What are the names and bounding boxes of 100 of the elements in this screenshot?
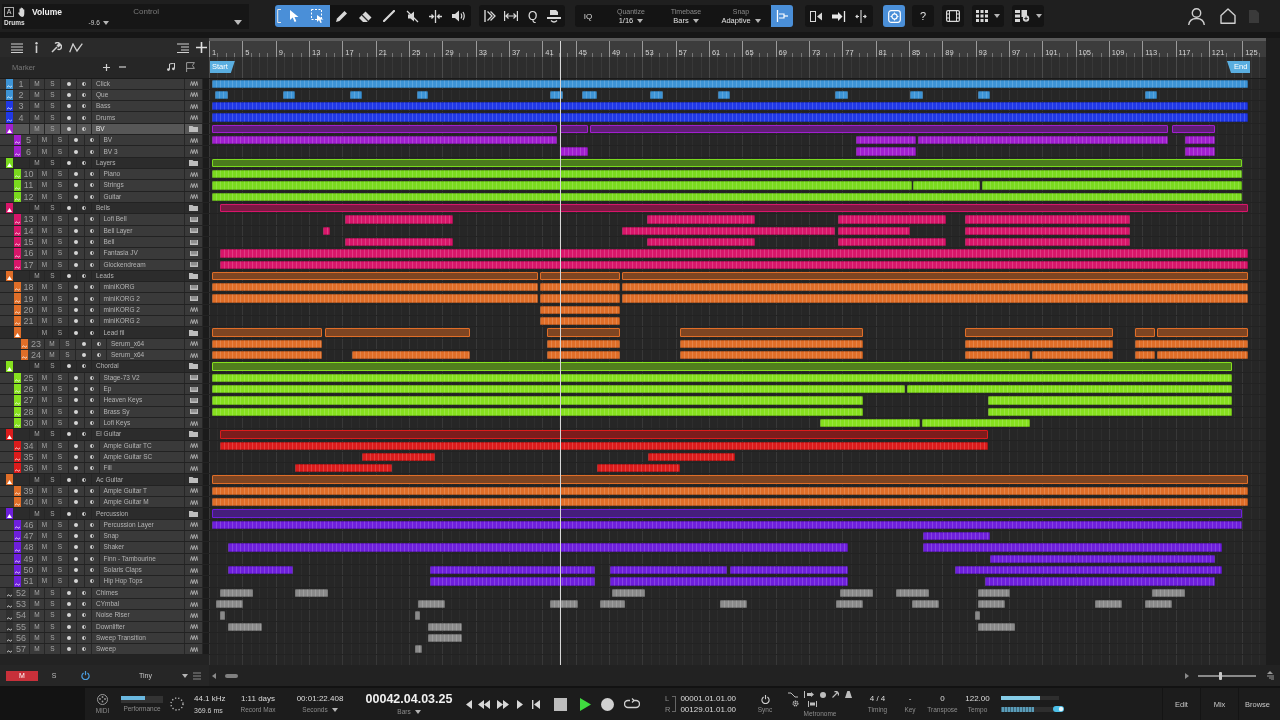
clip[interactable] [835,90,848,100]
record-icon[interactable] [600,697,614,711]
collapse-triangle-icon[interactable] [7,434,12,439]
clip[interactable] [965,226,1130,235]
clip[interactable] [428,633,462,643]
record-arm-icon[interactable] [74,443,78,448]
record-arm-icon[interactable] [74,172,78,177]
monitor-icon[interactable] [82,104,86,109]
clip[interactable] [923,543,1222,552]
left-arrow-icon[interactable] [212,672,216,679]
record-arm-icon[interactable] [81,353,86,358]
grid-button[interactable] [972,5,1004,27]
monitor-icon[interactable] [89,172,94,177]
clip[interactable] [352,351,470,360]
monitor-icon[interactable] [97,353,101,358]
monitor-icon[interactable] [82,115,86,120]
folder-clip[interactable] [622,271,1248,281]
record-arm-icon[interactable] [74,240,78,245]
clip[interactable] [982,181,1242,190]
clip[interactable] [228,622,262,631]
clip[interactable] [212,520,1242,529]
record-arm-icon[interactable] [74,228,78,233]
clip[interactable] [965,351,1030,360]
record-arm-icon[interactable] [66,273,71,278]
zoom-slider-thumb[interactable] [1218,671,1222,680]
clip[interactable] [610,577,848,586]
right-arrow-icon[interactable] [1185,672,1189,679]
record-arm-icon[interactable] [66,602,71,607]
record-arm-icon[interactable] [66,511,71,516]
track-height-icon[interactable] [1267,671,1274,680]
monitor-icon[interactable] [89,149,94,154]
clip[interactable] [985,577,1215,586]
monitor-icon[interactable] [97,341,101,346]
monitor-icon[interactable] [82,647,86,652]
loop-start[interactable]: 00001.01.01.00 [680,693,737,704]
clip[interactable] [990,554,1215,563]
midi-port-icon[interactable] [97,693,108,705]
flag-icon[interactable] [186,62,195,73]
record-arm-icon[interactable] [74,307,78,312]
loop-end[interactable]: 00129.01.01.00 [680,704,737,715]
clip[interactable] [978,588,1010,597]
record-arm-icon[interactable] [81,341,86,346]
bracket-tool[interactable] [275,5,283,27]
monitor-icon[interactable] [89,387,94,392]
bar-pin-icon[interactable] [807,700,817,707]
scroll-thumb[interactable] [225,673,238,678]
hand-icon[interactable] [18,6,27,17]
clip[interactable] [540,305,620,315]
folder-clip[interactable] [547,328,620,337]
stretch-arrows-icon[interactable] [504,11,519,21]
list-icon[interactable] [177,42,189,53]
monitor-icon[interactable] [89,466,94,471]
folder-clip[interactable] [212,328,322,337]
add-icon[interactable] [103,63,111,71]
record-arm-icon[interactable] [74,556,78,561]
clip[interactable] [415,611,420,620]
clip[interactable] [220,441,988,450]
record-arm-icon[interactable] [74,251,78,256]
clip[interactable] [1185,147,1215,156]
monitor-icon[interactable] [89,330,94,335]
record-arm-icon[interactable] [66,115,71,120]
folder-clip[interactable] [965,328,1113,337]
clip[interactable] [988,396,1232,405]
collapse-triangle-icon[interactable] [7,276,12,281]
play-icon[interactable] [579,697,591,711]
record-arm-icon[interactable] [66,635,71,640]
clip[interactable] [295,588,328,597]
clip[interactable] [430,577,595,586]
clip[interactable] [417,90,428,100]
clip[interactable] [212,113,1248,122]
clip[interactable] [1145,90,1157,100]
monitor-icon[interactable] [89,568,94,573]
transpose-value[interactable]: 0 [940,694,945,704]
record-arm-icon[interactable] [74,579,78,584]
power-icon[interactable] [81,671,90,680]
loop-icon[interactable] [623,698,640,710]
music-note-icon[interactable] [167,63,175,72]
record-arm-icon[interactable] [74,398,78,403]
clip[interactable] [418,599,445,609]
clip[interactable] [345,215,453,224]
record-arm-icon[interactable] [66,613,71,618]
previous-icon[interactable] [466,699,472,709]
monitor-icon[interactable] [89,138,94,143]
clip[interactable] [856,136,916,145]
collapse-triangle-icon[interactable] [14,332,20,337]
folder-clip[interactable] [212,362,1232,371]
record-arm-icon[interactable] [66,647,71,652]
time-signature[interactable]: 4 / 4 [869,694,886,704]
clip[interactable] [212,79,1248,88]
record-arm-icon[interactable] [74,534,78,539]
record-arm-icon[interactable] [66,104,71,109]
clip[interactable] [212,192,1242,201]
record-arm-icon[interactable] [66,206,71,211]
folder-clip[interactable] [540,271,620,281]
collapse-triangle-icon[interactable] [7,129,12,134]
monitor-icon[interactable] [82,273,86,278]
monitor-icon[interactable] [82,477,86,482]
horizontal-scrollbar[interactable] [209,665,1280,686]
clip[interactable] [212,136,557,145]
clip[interactable] [220,260,1248,269]
